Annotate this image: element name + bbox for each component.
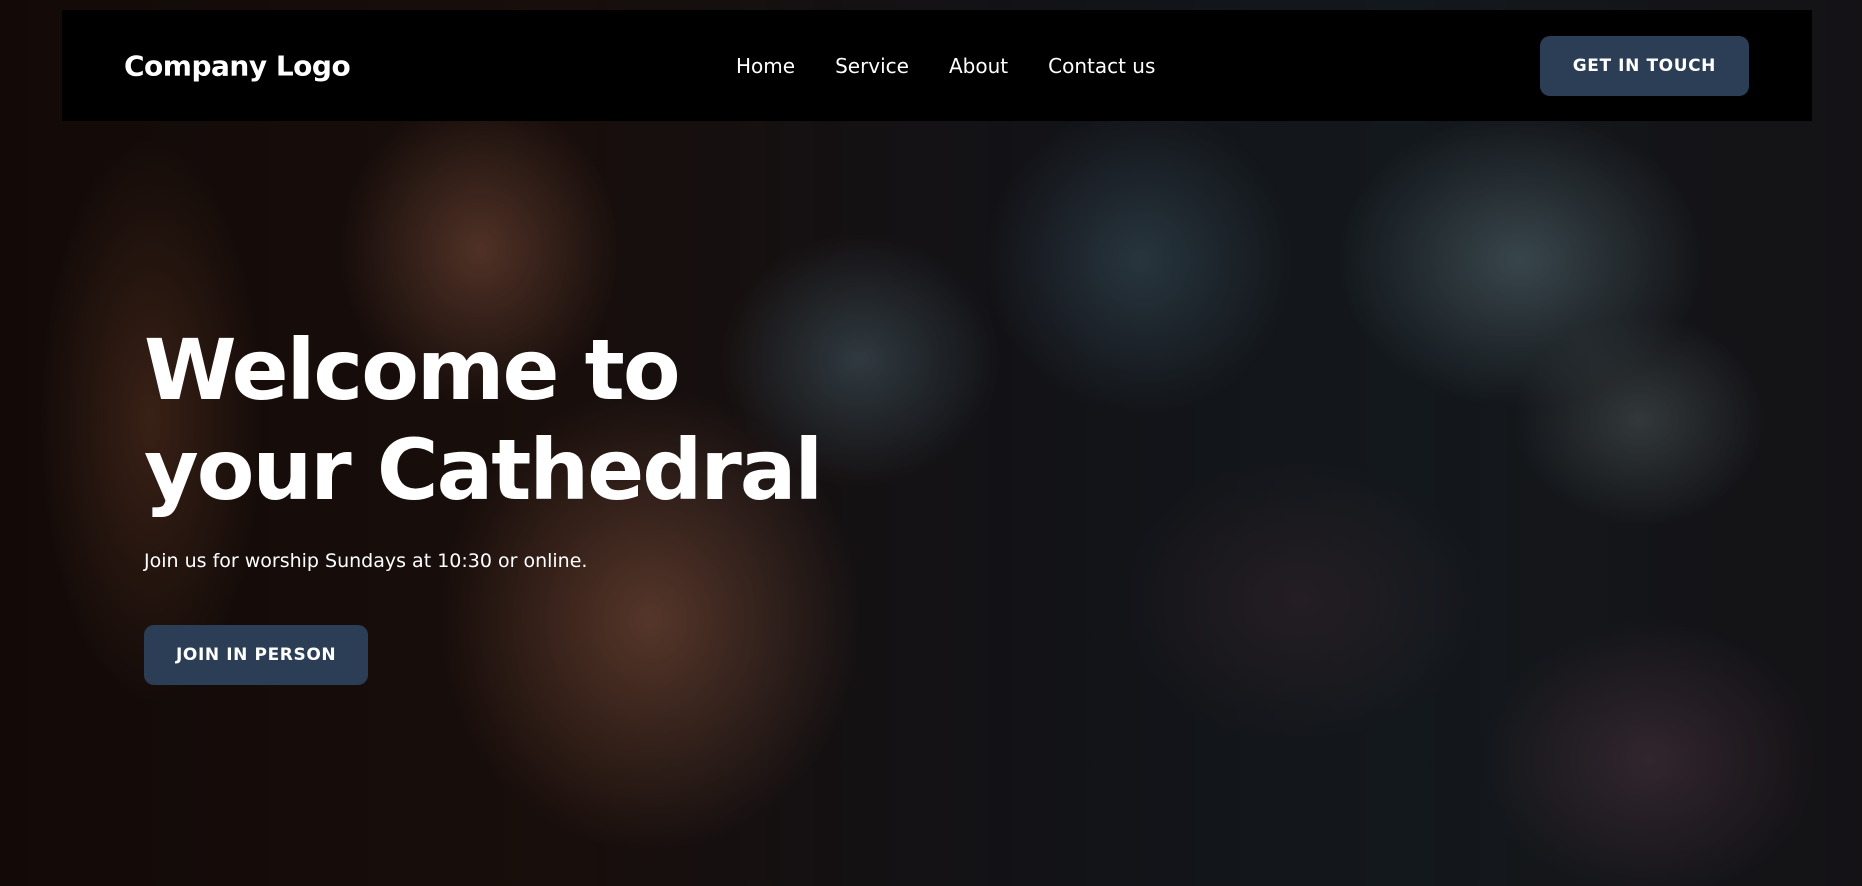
company-logo[interactable]: Company Logo — [124, 49, 351, 82]
nav-link-service[interactable]: Service — [835, 54, 909, 78]
nav-link-about[interactable]: About — [949, 54, 1008, 78]
hero-section: Company Logo Home Service About Contact … — [0, 0, 1862, 886]
main-nav: Home Service About Contact us — [736, 54, 1155, 78]
nav-link-contact[interactable]: Contact us — [1048, 54, 1155, 78]
get-in-touch-button[interactable]: GET IN TOUCH — [1539, 36, 1749, 96]
hero-content: Welcome to your Cathedral Join us for wo… — [144, 320, 904, 685]
hero-subtitle: Join us for worship Sundays at 10:30 or … — [144, 550, 588, 572]
hero-title: Welcome to your Cathedral — [144, 321, 823, 519]
join-in-person-button[interactable]: JOIN IN PERSON — [144, 625, 369, 685]
nav-link-home[interactable]: Home — [736, 54, 795, 78]
navbar: Company Logo Home Service About Contact … — [62, 10, 1812, 121]
